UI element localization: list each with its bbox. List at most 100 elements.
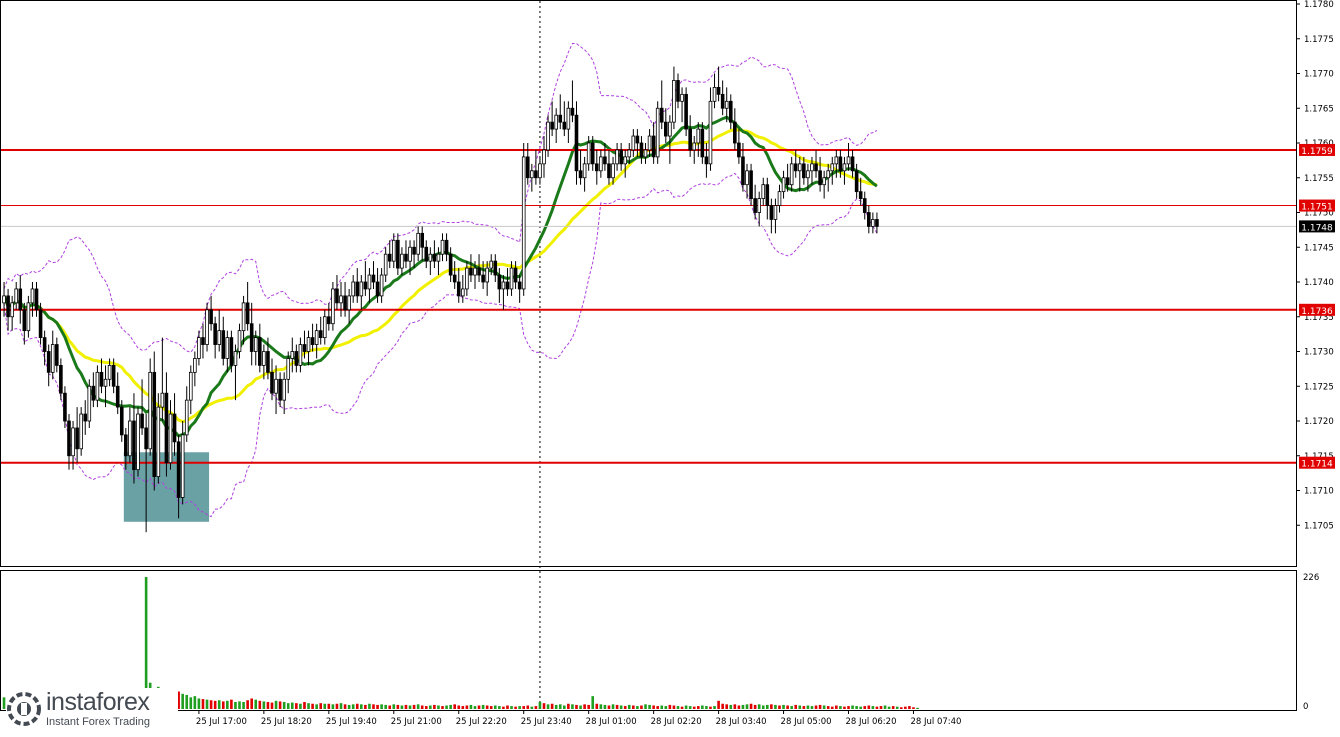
bull-candle-body	[290, 351, 295, 359]
volume-bar	[339, 703, 343, 709]
volume-bar	[295, 703, 298, 709]
bear-candle-body	[152, 371, 157, 478]
volume-bar	[534, 706, 538, 709]
volume-bar	[579, 705, 582, 709]
bear-candle-body	[469, 267, 473, 276]
bear-candle-body	[249, 323, 254, 352]
bull-candle-body	[692, 142, 697, 151]
bull-candle-body	[188, 371, 193, 401]
bull-candle-body	[643, 149, 648, 158]
volume-bar	[623, 706, 627, 709]
bull-candle-body	[708, 100, 713, 165]
bull-candle-body	[582, 163, 587, 179]
volume-bar	[213, 700, 217, 709]
bear-candle-body	[607, 163, 611, 179]
bull-candle-body	[193, 358, 197, 373]
price-tick-label: 1.1770	[1304, 70, 1334, 80]
bull-candle-body	[773, 205, 778, 220]
bear-candle-body	[63, 392, 67, 422]
volume-bar	[753, 704, 757, 709]
bear-candle-body	[424, 246, 429, 262]
bear-candle-body	[432, 253, 437, 262]
volume-bar	[749, 703, 753, 709]
bull-candle-body	[599, 156, 603, 172]
time-tick-label: 25 Jul 17:00	[196, 717, 247, 727]
volume-bar	[867, 705, 871, 709]
volume-bar	[262, 701, 266, 709]
bear-candle-body	[639, 142, 644, 158]
bear-candle-body	[875, 219, 879, 227]
bull-candle-body	[680, 93, 684, 102]
volume-bar	[895, 706, 899, 709]
bear-candle-body	[452, 274, 457, 283]
bull-candle-body	[26, 302, 31, 332]
bull-candle-body	[428, 253, 433, 262]
bear-candle-body	[22, 309, 27, 332]
volume-bar	[270, 702, 274, 709]
volume-bar	[887, 706, 891, 709]
bull-candle-body	[217, 330, 222, 345]
bull-candle-body	[842, 163, 847, 172]
chart-canvas: 1.17801.17751.17701.17651.17601.17551.17…	[0, 0, 1340, 733]
bear-candle-body	[335, 288, 339, 304]
volume-bar	[822, 705, 826, 709]
candle	[655, 101, 660, 164]
bear-candle-body	[574, 114, 579, 172]
bear-candle-body	[387, 253, 392, 262]
bull-candle-body	[509, 267, 514, 290]
time-tick-label: 28 Jul 03:40	[716, 717, 767, 727]
volume-bar	[571, 704, 574, 709]
bear-candle-body	[119, 406, 124, 436]
bull-candle-body	[761, 184, 766, 199]
bull-candle-body	[156, 406, 161, 478]
bear-candle-body	[578, 170, 583, 179]
volume-bar	[290, 702, 294, 709]
volume-bar	[591, 696, 595, 709]
bull-candle-body	[408, 246, 412, 262]
bear-candle-body	[765, 184, 770, 206]
volume-bar	[757, 704, 761, 709]
volume-bar	[899, 707, 903, 709]
bear-candle-body	[201, 337, 205, 345]
price-tick-label: 1.1775	[1304, 35, 1334, 45]
volume-bar	[741, 704, 745, 709]
bear-candle-body	[704, 156, 709, 165]
bull-candle-body	[436, 253, 441, 262]
bear-candle-body	[140, 413, 144, 429]
bull-candle-body	[282, 378, 286, 401]
bear-candle-body	[550, 121, 554, 130]
volume-bar	[274, 700, 278, 709]
volume-bar	[355, 703, 359, 709]
bull-candle-body	[367, 274, 372, 290]
volume-bar	[396, 704, 400, 709]
bull-candle-body	[298, 344, 303, 366]
instaforex-emblem-icon	[7, 692, 41, 726]
volume-bar	[368, 703, 371, 709]
volume-bar	[498, 706, 501, 709]
volume-bar	[493, 705, 497, 709]
bull-candle-body	[724, 100, 729, 109]
bear-candle-body	[91, 385, 96, 401]
volume-bar	[656, 706, 659, 709]
bull-candle-body	[546, 121, 550, 151]
volume-bar	[558, 704, 562, 709]
bull-candle-body	[241, 302, 246, 332]
volume-bar	[335, 703, 339, 709]
bear-candle-body	[818, 170, 822, 186]
volume-bar	[327, 703, 331, 709]
bull-candle-body	[180, 434, 185, 498]
bull-candle-body	[225, 337, 230, 359]
volume-bar	[242, 701, 245, 709]
time-tick-label: 25 Jul 23:40	[521, 717, 572, 727]
bull-candle-body	[262, 351, 266, 366]
bull-candle-body	[339, 295, 343, 304]
bull-candle-body	[668, 121, 672, 137]
volume-bar	[465, 705, 469, 709]
bear-candle-body	[229, 337, 234, 366]
volume-bar	[311, 703, 314, 709]
bull-candle-body	[383, 253, 388, 276]
bear-candle-body	[603, 156, 607, 165]
bear-candle-body	[448, 253, 453, 276]
volume-bar	[908, 706, 911, 709]
bull-candle-body	[400, 253, 404, 269]
